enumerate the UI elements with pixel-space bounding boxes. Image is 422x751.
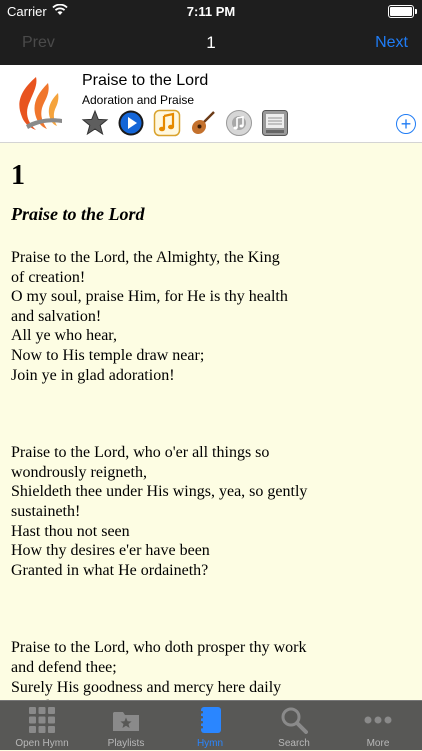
hymn-stanza: Praise to the Lord, the Almighty, the Ki…: [11, 249, 288, 384]
sheet-music-icon[interactable]: [261, 109, 289, 137]
tab-label: Open Hymn: [15, 738, 69, 749]
navigation-bar: Prev 1 Next: [0, 22, 422, 65]
plus-circle-icon: +: [400, 114, 412, 134]
hymn-category: Adoration and Praise: [82, 93, 195, 107]
status-bar: Carrier 7:11 PM: [0, 0, 422, 22]
add-to-playlist-button[interactable]: +: [396, 114, 416, 134]
play-icon[interactable]: [117, 109, 145, 137]
more-icon: [364, 716, 392, 724]
search-icon: [281, 707, 308, 734]
tab-label: Playlists: [107, 738, 145, 749]
tab-label: More: [366, 738, 390, 749]
hymn-stanza: Praise to the Lord, who doth prosper thy…: [11, 639, 307, 700]
book-icon: [199, 707, 221, 733]
hymn-content[interactable]: 1 Praise to the Lord Praise to the Lord,…: [0, 142, 422, 701]
music-note-icon[interactable]: [153, 109, 181, 137]
tab-search[interactable]: Search: [252, 701, 336, 751]
tab-label: Hymn: [196, 738, 224, 749]
status-time: 7:11 PM: [186, 4, 236, 19]
battery-icon: [388, 5, 417, 18]
hymn-song-title: Praise to the Lord: [11, 204, 145, 224]
tab-open-hymn[interactable]: Open Hymn: [0, 701, 84, 751]
hymn-header: Praise to the Lord Adoration and Praise: [0, 65, 422, 143]
hymn-number-title: 1: [206, 33, 216, 52]
hymn-title: Praise to the Lord: [82, 72, 209, 89]
tab-hymn[interactable]: Hymn: [168, 701, 252, 751]
grid-icon: [29, 707, 55, 733]
hymn-stanza: Praise to the Lord, who o'er all things …: [11, 444, 308, 579]
guitar-icon[interactable]: [189, 109, 217, 137]
tab-label: Search: [278, 738, 310, 749]
tab-more[interactable]: More: [336, 701, 420, 751]
speaker-icon[interactable]: [225, 109, 253, 137]
folder-star-icon: [113, 712, 139, 731]
hymn-number: 1: [11, 160, 25, 191]
flame-logo-icon: [19, 77, 62, 130]
tab-bar: Open Hymn Playlists Hymn Search More: [0, 700, 422, 750]
tab-playlists[interactable]: Playlists: [84, 701, 168, 751]
next-button[interactable]: Next: [375, 34, 408, 52]
star-icon[interactable]: [81, 109, 109, 137]
